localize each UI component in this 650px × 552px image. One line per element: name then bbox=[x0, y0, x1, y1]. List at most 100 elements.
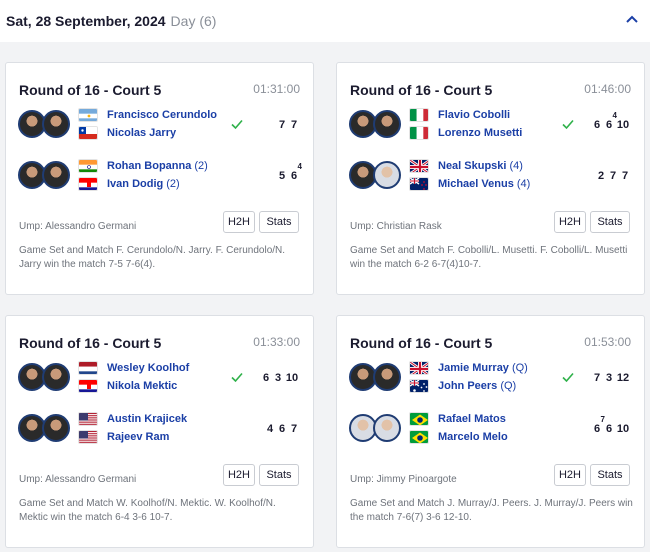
team-row: Flavio Cobolli Lorenzo Musetti 6 6 4 10 bbox=[349, 106, 635, 142]
chile-flag-icon bbox=[78, 126, 98, 140]
team-scores: 467 bbox=[264, 423, 300, 437]
team-row: Francisco Cerundolo Nicolas Jarry 7 7 bbox=[18, 106, 304, 142]
winner-check-icon bbox=[230, 370, 244, 384]
player-row: Austin Krajicek bbox=[78, 411, 187, 427]
player-name-link[interactable]: Nicolas Jarry bbox=[107, 127, 176, 139]
match-card: Round of 16 - Court 5 01:46:00 Flavio Cobo… bbox=[336, 62, 645, 295]
gb-flag-icon bbox=[409, 361, 429, 375]
team-scores: 77 bbox=[276, 119, 300, 133]
set-score: 12 bbox=[616, 372, 630, 384]
umpire-name: Ump: Alessandro Germani bbox=[19, 221, 137, 232]
team-row: Austin Krajicek Rajeev Ram 4 6 7 bbox=[18, 410, 304, 446]
team-scores: 7 3 12 bbox=[591, 372, 631, 386]
match-duration: 01:46:00 bbox=[584, 82, 631, 96]
player-name-link[interactable]: Francisco Cerundolo bbox=[107, 109, 217, 121]
team-avatars bbox=[349, 110, 405, 138]
player-seed: (Q) bbox=[511, 362, 528, 374]
set-score: 64 bbox=[290, 162, 302, 182]
match-summary: Game Set and Match F. Cerundolo/N. Jarry… bbox=[19, 245, 286, 270]
player-name-link[interactable]: Flavio Cobolli bbox=[438, 109, 510, 121]
player-name-link[interactable]: Marcelo Melo bbox=[438, 431, 508, 443]
player-row: Ivan Dodig (2) bbox=[78, 176, 180, 192]
stats-button[interactable]: Stats bbox=[259, 464, 299, 486]
player-seed: (Q) bbox=[500, 380, 517, 392]
player-name-link[interactable]: Neal Skupski bbox=[438, 160, 506, 172]
player-name-link[interactable]: Wesley Koolhof bbox=[107, 362, 189, 374]
h2h-button[interactable]: H2H bbox=[554, 464, 586, 486]
player-seed: (2) bbox=[194, 160, 208, 172]
avatar[interactable] bbox=[42, 363, 70, 391]
player-name-link[interactable]: Rafael Matos bbox=[438, 413, 506, 425]
player-name-link[interactable]: Austin Krajicek bbox=[107, 413, 187, 425]
stats-button[interactable]: Stats bbox=[590, 464, 630, 486]
avatar[interactable] bbox=[373, 414, 401, 442]
italy-flag-icon bbox=[409, 108, 429, 122]
set-score: 64 bbox=[605, 111, 617, 131]
chevron-up-icon[interactable] bbox=[622, 9, 642, 29]
player-row: Michael Venus (4) bbox=[409, 176, 530, 192]
player-name-link[interactable]: Michael Venus bbox=[438, 178, 514, 190]
italy-flag-icon bbox=[409, 126, 429, 140]
set-score: 3 bbox=[274, 372, 282, 384]
winner-check-icon bbox=[561, 370, 575, 384]
match-duration: 01:31:00 bbox=[253, 82, 300, 96]
australia-flag-icon bbox=[409, 379, 429, 393]
team-avatars bbox=[349, 363, 405, 391]
day-number: Day (6) bbox=[170, 13, 217, 29]
player-name-link[interactable]: Rohan Bopanna bbox=[107, 160, 191, 172]
set-score: 7 bbox=[621, 170, 629, 182]
match-round-court: Round of 16 - Court 5 bbox=[19, 82, 162, 98]
avatar[interactable] bbox=[373, 161, 401, 189]
player-row: Flavio Cobolli bbox=[409, 107, 510, 123]
argentina-flag-icon bbox=[78, 108, 98, 122]
set-score: 10 bbox=[616, 423, 630, 435]
set-score: 6 bbox=[262, 372, 270, 384]
day-date: Sat, 28 September, 2024 bbox=[6, 13, 166, 29]
player-row: Francisco Cerundolo bbox=[78, 107, 217, 123]
set-score: 67 bbox=[593, 415, 605, 435]
stats-button[interactable]: Stats bbox=[259, 211, 299, 233]
team-row: Wesley Koolhof Nikola Mektic 6 3 10 bbox=[18, 359, 304, 395]
h2h-button[interactable]: H2H bbox=[554, 211, 586, 233]
set-score: 7 bbox=[593, 372, 601, 384]
avatar[interactable] bbox=[42, 414, 70, 442]
player-name-link[interactable]: Lorenzo Musetti bbox=[438, 127, 522, 139]
team-avatars bbox=[349, 414, 405, 442]
player-row: Nicolas Jarry bbox=[78, 125, 176, 141]
croatia-flag-icon bbox=[78, 177, 98, 191]
india-flag-icon bbox=[78, 159, 98, 173]
gb-flag-icon bbox=[409, 159, 429, 173]
player-name-link[interactable]: Rajeev Ram bbox=[107, 431, 169, 443]
avatar[interactable] bbox=[42, 110, 70, 138]
team-row: Neal Skupski (4) Michael Venus (4) 2 7 7 bbox=[349, 157, 635, 193]
stats-button[interactable]: Stats bbox=[590, 211, 630, 233]
winner-check-icon bbox=[561, 117, 575, 131]
player-name-link[interactable]: Ivan Dodig bbox=[107, 178, 163, 190]
avatar[interactable] bbox=[373, 110, 401, 138]
winner-check-icon bbox=[230, 117, 244, 131]
player-name-link[interactable]: Nikola Mektic bbox=[107, 380, 177, 392]
match-round-court: Round of 16 - Court 5 bbox=[350, 335, 493, 351]
h2h-button[interactable]: H2H bbox=[223, 211, 255, 233]
player-seed: (2) bbox=[166, 178, 180, 190]
h2h-button[interactable]: H2H bbox=[223, 464, 255, 486]
player-row: Jamie Murray (Q) bbox=[409, 360, 528, 376]
team-scores: 277 bbox=[595, 170, 631, 184]
set-score: 6 bbox=[605, 423, 613, 435]
day-header[interactable]: Sat, 28 September, 2024 Day (6) bbox=[0, 0, 650, 42]
player-row: Nikola Mektic bbox=[78, 378, 177, 394]
avatar[interactable] bbox=[373, 363, 401, 391]
set-score: 10 bbox=[285, 372, 299, 384]
player-name-link[interactable]: Jamie Murray bbox=[438, 362, 509, 374]
team-avatars bbox=[18, 363, 74, 391]
set-score: 6 bbox=[278, 423, 286, 435]
nz-flag-icon bbox=[409, 177, 429, 191]
team-avatars bbox=[349, 161, 405, 189]
player-name-link[interactable]: John Peers bbox=[438, 380, 497, 392]
player-seed: (4) bbox=[509, 160, 523, 172]
match-card: Round of 16 - Court 5 01:33:00 Wesley Kool… bbox=[5, 315, 314, 548]
avatar[interactable] bbox=[42, 161, 70, 189]
player-row: Wesley Koolhof bbox=[78, 360, 189, 376]
set-score: 3 bbox=[605, 372, 613, 384]
umpire-name: Ump: Alessandro Germani bbox=[19, 474, 137, 485]
